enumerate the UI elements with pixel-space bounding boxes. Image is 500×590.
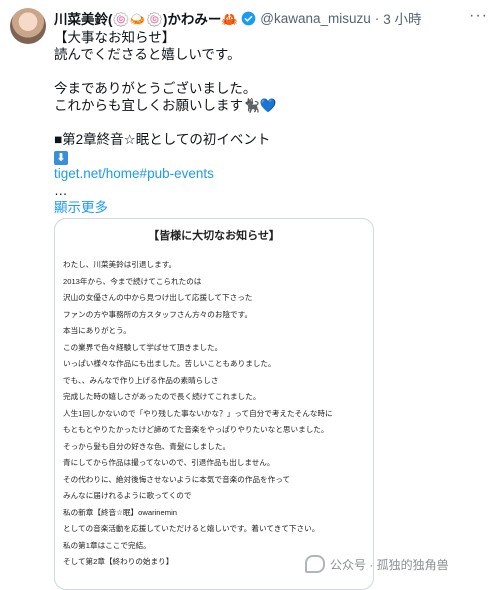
avatar[interactable] <box>10 8 46 44</box>
blue-heart-icon: 💙 <box>259 98 277 113</box>
watermark-text: 公众号 · 孤独的独角兽 <box>330 557 449 572</box>
image-text-line: としての音楽活動を応援していただけると嬉しいです。着いてきて下さい。 <box>63 524 320 533</box>
image-text-line: 完成した時の嬉しさがあったので長く続けてこれました。 <box>63 392 261 401</box>
user-handle[interactable]: @kawana_misuzu <box>260 11 371 26</box>
image-text-line: 私の第1章はここで完結。 <box>63 540 151 550</box>
timestamp[interactable]: 3 小時 <box>383 8 421 28</box>
image-title: 【皆様に大切なお知らせ】 <box>148 230 280 242</box>
image-text-line: みんなに届けれるように歌ってくので <box>63 491 192 500</box>
image-text-line: この業界で色々経験して学ばせて頂きました。 <box>63 342 223 352</box>
image-text-line: 沢山の女優さんの中から見つけ出して応援して下さった <box>63 293 253 302</box>
separator-dot: · <box>374 10 380 26</box>
text-line: 【大事なお知らせ】 <box>54 30 176 45</box>
image-text-line: ファンの方や事務所の方スタッフさん方々のお陰です。 <box>63 309 253 319</box>
attached-image[interactable]: 【皆様に大切なお知らせ】 わたし、川菜美鈴は引退します。 2013年から、今まで… <box>54 218 374 590</box>
more-horizontal-icon[interactable]: ··· <box>469 7 488 25</box>
image-text-line: 2013年から、今まで続けてこられたのは <box>63 276 202 286</box>
image-text-line: その代わりに、絶対後悔させないように本気で音楽の作品を作って <box>63 474 291 484</box>
tweet-header: 川菜美鈴(🍥🍛🍥)かわみー🦀 @kawana_misuzu · 3 小時 ··· <box>54 7 490 28</box>
ellipsis: … <box>54 183 68 198</box>
text-line: これからも宜しくお願いします🐈‍⬛💙 <box>54 98 277 113</box>
image-text-line: わたし、川菜美鈴は引退します。 <box>63 260 177 269</box>
show-more-link[interactable]: 顯示更多 <box>54 199 484 216</box>
image-text-line: そっから髪も自分の好きな色、青髪にしました。 <box>63 441 231 451</box>
text-line: 読んでくださると嬉しいです。 <box>54 47 241 62</box>
image-text-line: 人生1回しかないので「やり残した事ないかな？」って自分で考えたそんな時に <box>63 408 333 418</box>
text-line: 今までありがとうございました。 <box>54 81 257 96</box>
watermark: 公众号 · 孤独的独角兽 <box>305 555 449 573</box>
verified-badge-icon <box>241 11 256 25</box>
wechat-icon <box>305 555 325 573</box>
text-line: ⬇ <box>54 148 484 165</box>
image-text-line: 青にしてから作品は撮ってないので、引退作品も出しません。 <box>63 458 275 467</box>
image-text-line: もともとやりたかったけど諦めてた音楽をやっぱりやりたいなと思いました。 <box>63 425 329 434</box>
event-link[interactable]: tiget.net/home#pub-events <box>54 165 484 182</box>
image-text-line: 私の新章【終音☆眠】owarinemin <box>63 507 177 517</box>
text-line: ■第2章終音☆眠としての初イベント <box>54 132 271 147</box>
black-cat-icon: 🐈‍⬛ <box>243 98 260 113</box>
image-text-line: いっぱい様々な作品にも出ました。苦しいこともありました。 <box>63 359 276 368</box>
image-text-line: でも、、みんなで作り上げる作品の素晴らしさ <box>63 375 219 385</box>
tweet[interactable]: 川菜美鈴(🍥🍛🍥)かわみー🦀 @kawana_misuzu · 3 小時 ···… <box>0 0 500 590</box>
tweet-text: 【大事なお知らせ】 読んでくださると嬉しいです。 今までありがとうございました。… <box>54 29 484 216</box>
image-text-body: わたし、川菜美鈴は引退します。 2013年から、今まで続けてこられたのは 沢山の… <box>63 257 367 571</box>
display-name[interactable]: 川菜美鈴(🍥🍛🍥)かわみー🦀 <box>54 8 238 28</box>
image-text-line: 本当にありがとう。 <box>63 326 131 335</box>
down-arrow-icon: ⬇ <box>54 151 68 165</box>
